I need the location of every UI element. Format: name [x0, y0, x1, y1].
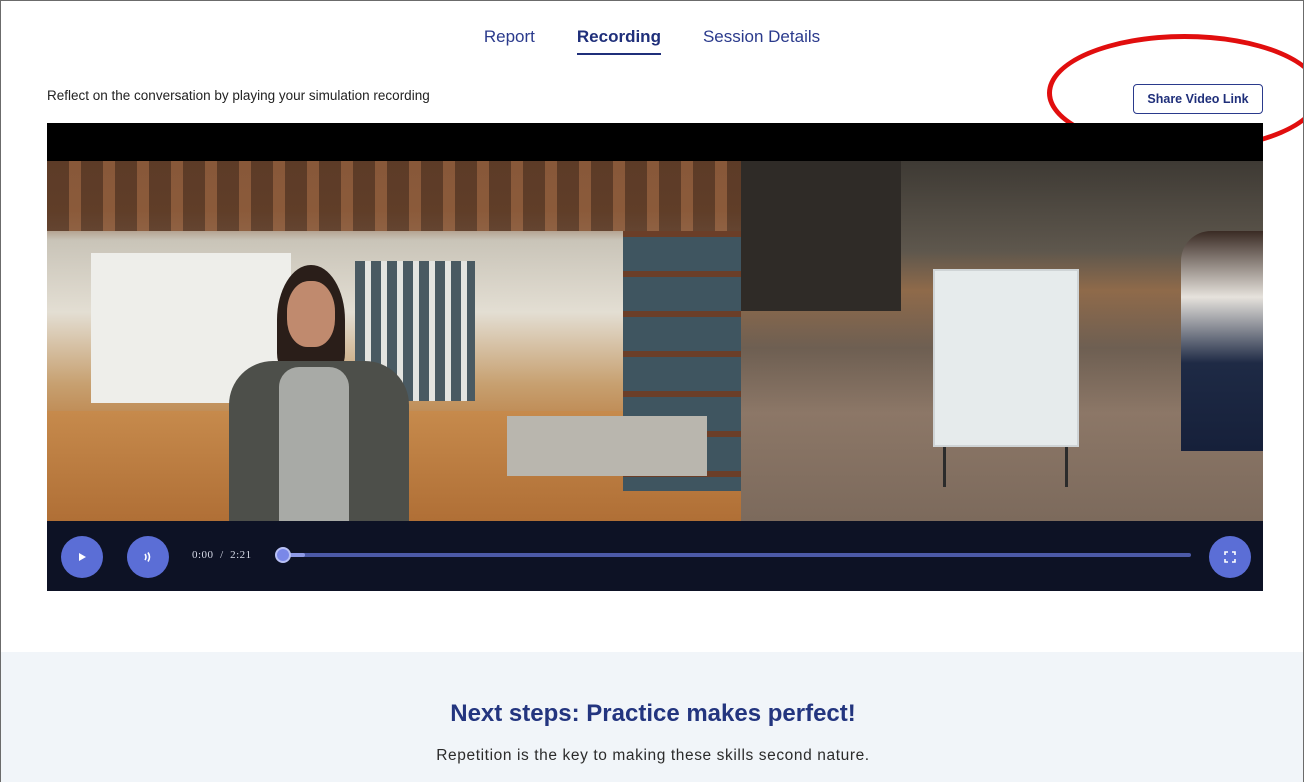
- next-steps-title: Next steps: Practice makes perfect!: [450, 700, 856, 727]
- whiteboard-leg: [1065, 447, 1068, 487]
- avatar-face: [287, 281, 335, 347]
- next-steps-subtitle: Repetition is the key to making these sk…: [436, 747, 870, 764]
- volume-icon: [144, 552, 151, 562]
- time-separator: /: [220, 549, 224, 561]
- play-icon: [79, 553, 86, 561]
- next-steps-section: Next steps: Practice makes perfect! Repe…: [1, 652, 1303, 782]
- scene-desk: [507, 416, 707, 476]
- scene-ceiling: [47, 161, 741, 231]
- whiteboard-leg: [943, 447, 946, 487]
- page-frame: Report Recording Session Details Reflect…: [0, 0, 1304, 782]
- fullscreen-icon: [1224, 551, 1236, 563]
- tab-report[interactable]: Report: [484, 27, 535, 52]
- tab-recording[interactable]: Recording: [576, 27, 662, 55]
- current-time: 0:00: [192, 549, 214, 561]
- time-readout: 0:00 / 2:21: [192, 549, 252, 561]
- webcam-feed: [741, 161, 1263, 521]
- video-frame: [47, 161, 1263, 521]
- progress-track[interactable]: [275, 547, 1191, 563]
- share-video-link-button[interactable]: Share Video Link: [1133, 84, 1263, 114]
- progress-handle[interactable]: [275, 547, 291, 563]
- volume-button[interactable]: [127, 536, 169, 578]
- duration: 2:21: [230, 549, 252, 561]
- webcam-whiteboard: [933, 269, 1079, 447]
- player-controls: 0:00 / 2:21: [47, 521, 1263, 591]
- tab-session-details[interactable]: Session Details: [703, 27, 820, 52]
- video-player[interactable]: 0:00 / 2:21: [47, 123, 1263, 591]
- fullscreen-button[interactable]: [1209, 536, 1251, 578]
- webcam-doorway: [741, 161, 901, 311]
- webcam-person: [1181, 231, 1263, 451]
- simulation-scene: [47, 161, 741, 521]
- recording-intro-text: Reflect on the conversation by playing y…: [47, 88, 430, 103]
- tab-bar: Report Recording Session Details: [1, 27, 1303, 55]
- avatar-shirt: [279, 367, 349, 521]
- play-button[interactable]: [61, 536, 103, 578]
